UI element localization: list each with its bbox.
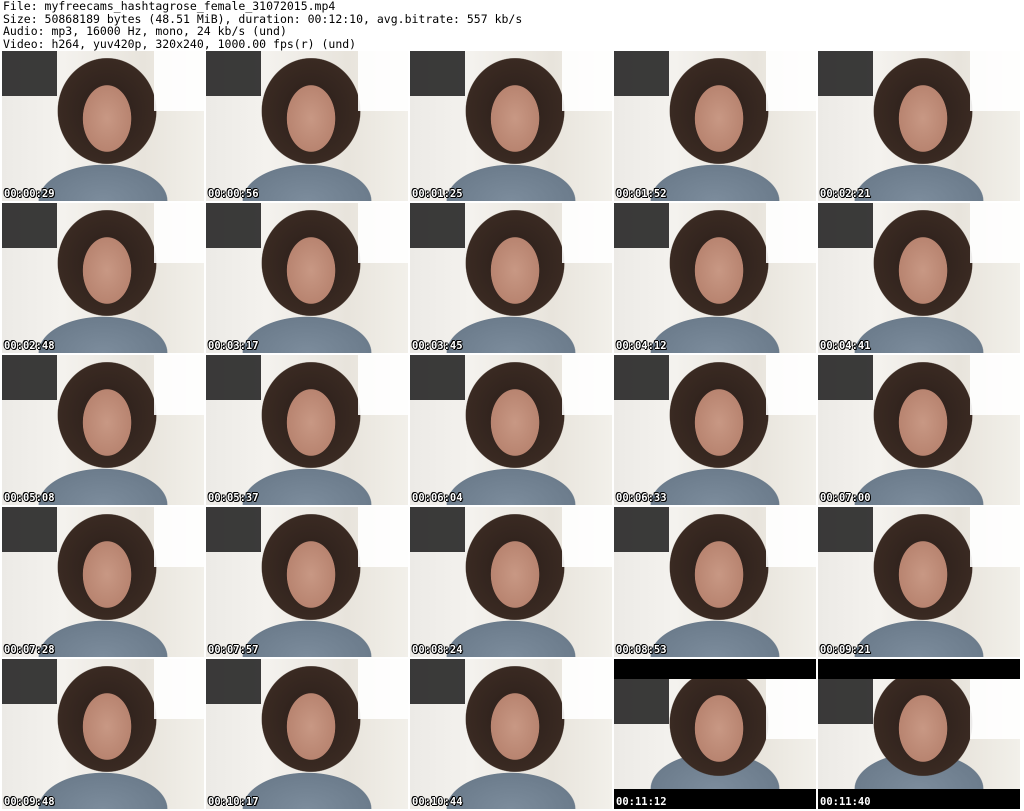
thumbnail: 00:00:29 xyxy=(2,51,204,201)
video-frame xyxy=(818,203,1020,353)
video-frame xyxy=(818,355,1020,505)
video-frame xyxy=(410,355,612,505)
video-frame xyxy=(410,203,612,353)
timestamp-label: 00:11:40 xyxy=(820,796,871,808)
timestamp-label: 00:10:17 xyxy=(208,796,259,808)
video-frame xyxy=(614,679,816,789)
thumbnail: 00:03:45 xyxy=(410,203,612,353)
timestamp-label: 00:01:25 xyxy=(412,188,463,200)
thumbnail: 00:04:41 xyxy=(818,203,1020,353)
video-frame xyxy=(410,659,612,809)
thumbnail-grid: 00:00:29 00:00:56 00:01:25 00:01:52 00:0… xyxy=(2,51,1020,809)
thumbnail: 00:11:12 xyxy=(614,659,816,809)
timestamp-label: 00:00:29 xyxy=(4,188,55,200)
thumbnail: 00:01:25 xyxy=(410,51,612,201)
thumbnail: 00:06:04 xyxy=(410,355,612,505)
timestamp-label: 00:06:04 xyxy=(412,492,463,504)
thumbnail: 00:08:24 xyxy=(410,507,612,657)
timestamp-label: 00:11:12 xyxy=(616,796,667,808)
audio-info-line: Audio: mp3, 16000 Hz, mono, 24 kb/s (und… xyxy=(3,24,287,38)
timestamp-label: 00:00:56 xyxy=(208,188,259,200)
thumbnail: 00:05:08 xyxy=(2,355,204,505)
video-frame xyxy=(206,51,408,201)
timestamp-label: 00:07:28 xyxy=(4,644,55,656)
timestamp-label: 00:03:17 xyxy=(208,340,259,352)
file-name-line: File: myfreecams_hashtagrose_female_3107… xyxy=(3,0,336,13)
timestamp-label: 00:04:41 xyxy=(820,340,871,352)
video-frame xyxy=(614,507,816,657)
timestamp-label: 00:09:48 xyxy=(4,796,55,808)
thumbnail: 00:06:33 xyxy=(614,355,816,505)
timestamp-label: 00:04:12 xyxy=(616,340,667,352)
timestamp-label: 00:05:37 xyxy=(208,492,259,504)
timestamp-label: 00:08:53 xyxy=(616,644,667,656)
video-frame xyxy=(614,355,816,505)
video-frame xyxy=(410,51,612,201)
thumbnail: 00:02:21 xyxy=(818,51,1020,201)
video-info-line: Video: h264, yuv420p, 320x240, 1000.00 f… xyxy=(3,36,357,51)
video-frame xyxy=(206,203,408,353)
timestamp-label: 00:05:08 xyxy=(4,492,55,504)
file-info-header: File: myfreecams_hashtagrose_female_3107… xyxy=(3,0,522,50)
video-frame xyxy=(818,679,1020,789)
timestamp-label: 00:10:44 xyxy=(412,796,463,808)
thumbnail: 00:09:48 xyxy=(2,659,204,809)
video-frame xyxy=(2,51,204,201)
video-frame xyxy=(614,51,816,201)
thumbnail: 00:10:44 xyxy=(410,659,612,809)
video-frame xyxy=(206,355,408,505)
video-frame xyxy=(818,51,1020,201)
video-frame xyxy=(206,507,408,657)
timestamp-label: 00:01:52 xyxy=(616,188,667,200)
thumbnail: 00:07:28 xyxy=(2,507,204,657)
thumbnail: 00:10:17 xyxy=(206,659,408,809)
video-frame xyxy=(2,659,204,809)
thumbnail: 00:09:21 xyxy=(818,507,1020,657)
video-frame xyxy=(614,203,816,353)
video-frame xyxy=(2,203,204,353)
thumbnail: 00:08:53 xyxy=(614,507,816,657)
thumbnail: 00:03:17 xyxy=(206,203,408,353)
video-frame xyxy=(410,507,612,657)
thumbnail: 00:07:00 xyxy=(818,355,1020,505)
timestamp-label: 00:03:45 xyxy=(412,340,463,352)
thumbnail: 00:11:40 xyxy=(818,659,1020,809)
timestamp-label: 00:06:33 xyxy=(616,492,667,504)
timestamp-label: 00:02:48 xyxy=(4,340,55,352)
timestamp-label: 00:08:24 xyxy=(412,644,463,656)
video-frame xyxy=(2,355,204,505)
timestamp-label: 00:07:00 xyxy=(820,492,871,504)
thumbnail: 00:05:37 xyxy=(206,355,408,505)
thumbnail: 00:01:52 xyxy=(614,51,816,201)
timestamp-label: 00:07:57 xyxy=(208,644,259,656)
thumbnail: 00:00:56 xyxy=(206,51,408,201)
timestamp-label: 00:09:21 xyxy=(820,644,871,656)
video-frame xyxy=(818,507,1020,657)
thumbnail: 00:07:57 xyxy=(206,507,408,657)
thumbnail: 00:04:12 xyxy=(614,203,816,353)
video-frame xyxy=(2,507,204,657)
thumbnail: 00:02:48 xyxy=(2,203,204,353)
video-frame xyxy=(206,659,408,809)
timestamp-label: 00:02:21 xyxy=(820,188,871,200)
